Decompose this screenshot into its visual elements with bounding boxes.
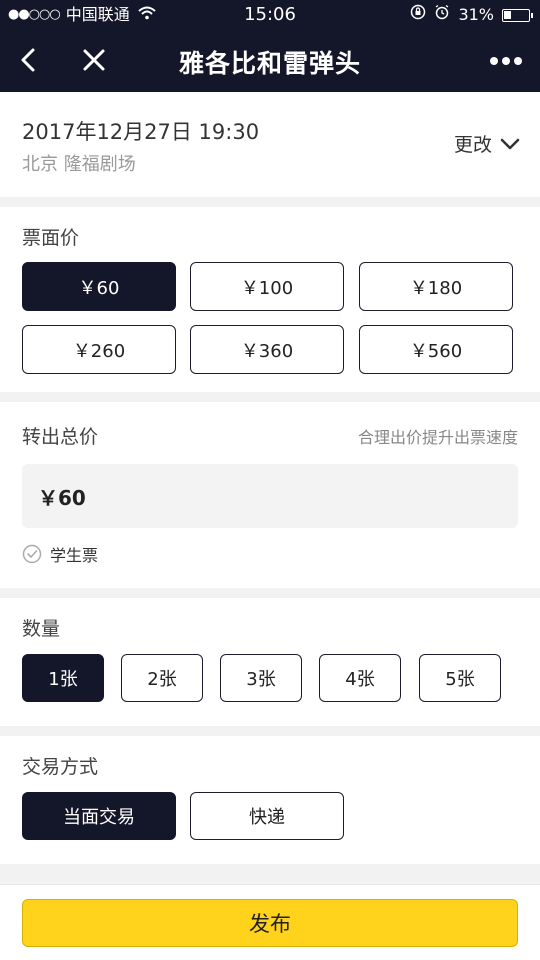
event-venue: 北京 隆福剧场 xyxy=(22,154,136,175)
event-date: 2017年12月27日 19:30 xyxy=(22,120,260,144)
trade-option-face-to-face[interactable]: 当面交易 xyxy=(22,792,176,840)
status-right: 31% xyxy=(410,0,533,30)
quantity-option-4[interactable]: 4张 xyxy=(319,654,401,702)
status-bar: ●●○○○ 中国联通 15:06 31% xyxy=(0,0,540,30)
trade-method-title: 交易方式 xyxy=(22,756,99,778)
quantity-option-5[interactable]: 5张 xyxy=(419,654,501,702)
quantity-option-3[interactable]: 3张 xyxy=(220,654,302,702)
total-price-card: 转出总价 合理出价提升出票速度 ￥60 学生票 xyxy=(0,402,540,588)
top-bar: ●●○○○ 中国联通 15:06 31% 雅各比和雷弹头 xyxy=(0,0,540,92)
nav-bar: 雅各比和雷弹头 xyxy=(0,30,540,92)
price-option-560[interactable]: ￥560 xyxy=(359,325,513,374)
rotation-lock-icon xyxy=(410,0,426,30)
price-option-180[interactable]: ￥180 xyxy=(359,262,513,311)
check-circle-icon xyxy=(22,544,42,564)
trade-option-express[interactable]: 快递 xyxy=(190,792,344,840)
more-icon xyxy=(490,57,522,65)
total-price-hint: 合理出价提升出票速度 xyxy=(357,428,518,447)
trade-method-card: 交易方式 当面交易 快递 xyxy=(0,736,540,864)
quantity-card: 数量 1张 2张 3张 4张 5张 xyxy=(0,598,540,726)
change-label: 更改 xyxy=(453,134,492,156)
more-button[interactable] xyxy=(486,46,526,76)
ticket-price-title: 票面价 xyxy=(22,227,80,249)
quantity-option-2[interactable]: 2张 xyxy=(121,654,203,702)
bottom-bar: 发布 xyxy=(0,884,540,960)
page-title: 雅各比和雷弹头 xyxy=(178,49,361,78)
price-option-360[interactable]: ￥360 xyxy=(190,325,344,374)
price-option-100[interactable]: ￥100 xyxy=(190,262,344,311)
alarm-icon xyxy=(434,0,450,30)
chevron-down-icon xyxy=(500,138,520,149)
ticket-price-card: 票面价 ￥60 ￥100 ￥180 ￥260 ￥360 ￥560 xyxy=(0,207,540,392)
price-option-60[interactable]: ￥60 xyxy=(22,262,176,311)
battery-percent: 31% xyxy=(458,5,494,24)
change-button[interactable]: 更改 xyxy=(454,130,520,157)
event-info-card: 2017年12月27日 19:30 北京 隆福剧场 更改 xyxy=(0,92,540,197)
battery-level-fill xyxy=(504,10,511,19)
student-ticket-checkbox[interactable]: 学生票 xyxy=(22,542,98,566)
student-ticket-label: 学生票 xyxy=(50,546,99,565)
quantity-option-1[interactable]: 1张 xyxy=(22,654,104,702)
battery-icon xyxy=(502,8,533,22)
quantity-title: 数量 xyxy=(22,618,61,640)
total-price-input[interactable]: ￥60 xyxy=(22,464,518,528)
total-price-title: 转出总价 xyxy=(22,426,99,448)
publish-button[interactable]: 发布 xyxy=(22,899,518,947)
price-option-260[interactable]: ￥260 xyxy=(22,325,176,374)
